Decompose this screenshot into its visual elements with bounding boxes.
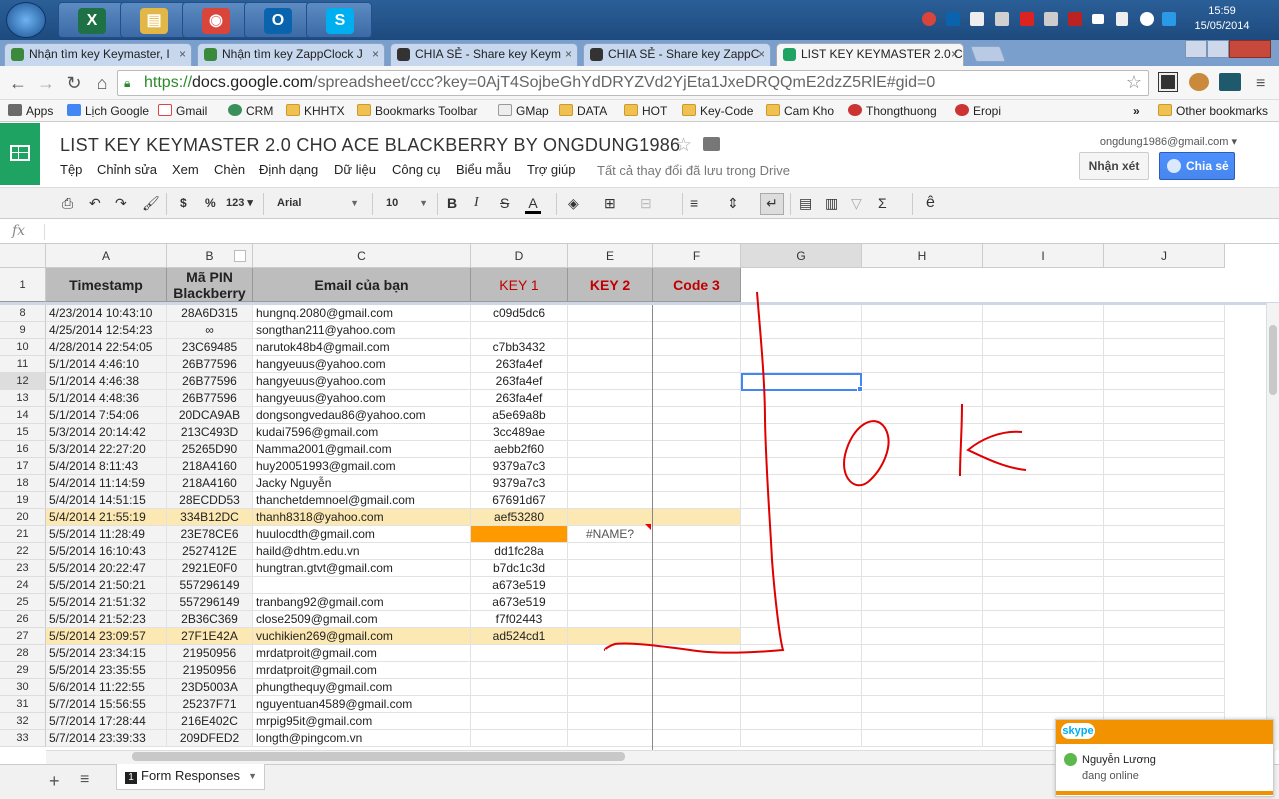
screen: X ▤ ◉ O S 15:59 15/05/2014 Nhận tìm key Keym… <box>0 0 1279 799</box>
annotation-bracket-stroke <box>603 291 785 654</box>
skype-logo: skype <box>1061 723 1095 739</box>
sheet-tab-label: Form Responses <box>141 768 240 783</box>
add-sheet-icon[interactable]: + <box>49 771 60 792</box>
handwritten-annotation <box>603 291 1027 654</box>
annotation-letter-k <box>959 403 1027 477</box>
vertical-scroll-thumb[interactable] <box>1269 325 1277 395</box>
online-status-icon <box>1064 753 1077 766</box>
skype-contact-status: đang online <box>1082 770 1139 782</box>
sheet-tab-form-responses[interactable]: 1 Form Responses ▼ <box>116 764 265 790</box>
chevron-down-icon[interactable]: ▼ <box>248 764 257 788</box>
all-sheets-icon[interactable]: ≡ <box>80 771 89 789</box>
skype-contact-name: Nguyễn Lương <box>1082 754 1156 766</box>
skype-notification-footer <box>1056 791 1273 795</box>
horizontal-scroll-thumb[interactable] <box>132 752 625 761</box>
annotation-letter-o <box>843 420 890 487</box>
sheet-tab-number: 1 <box>125 772 137 784</box>
